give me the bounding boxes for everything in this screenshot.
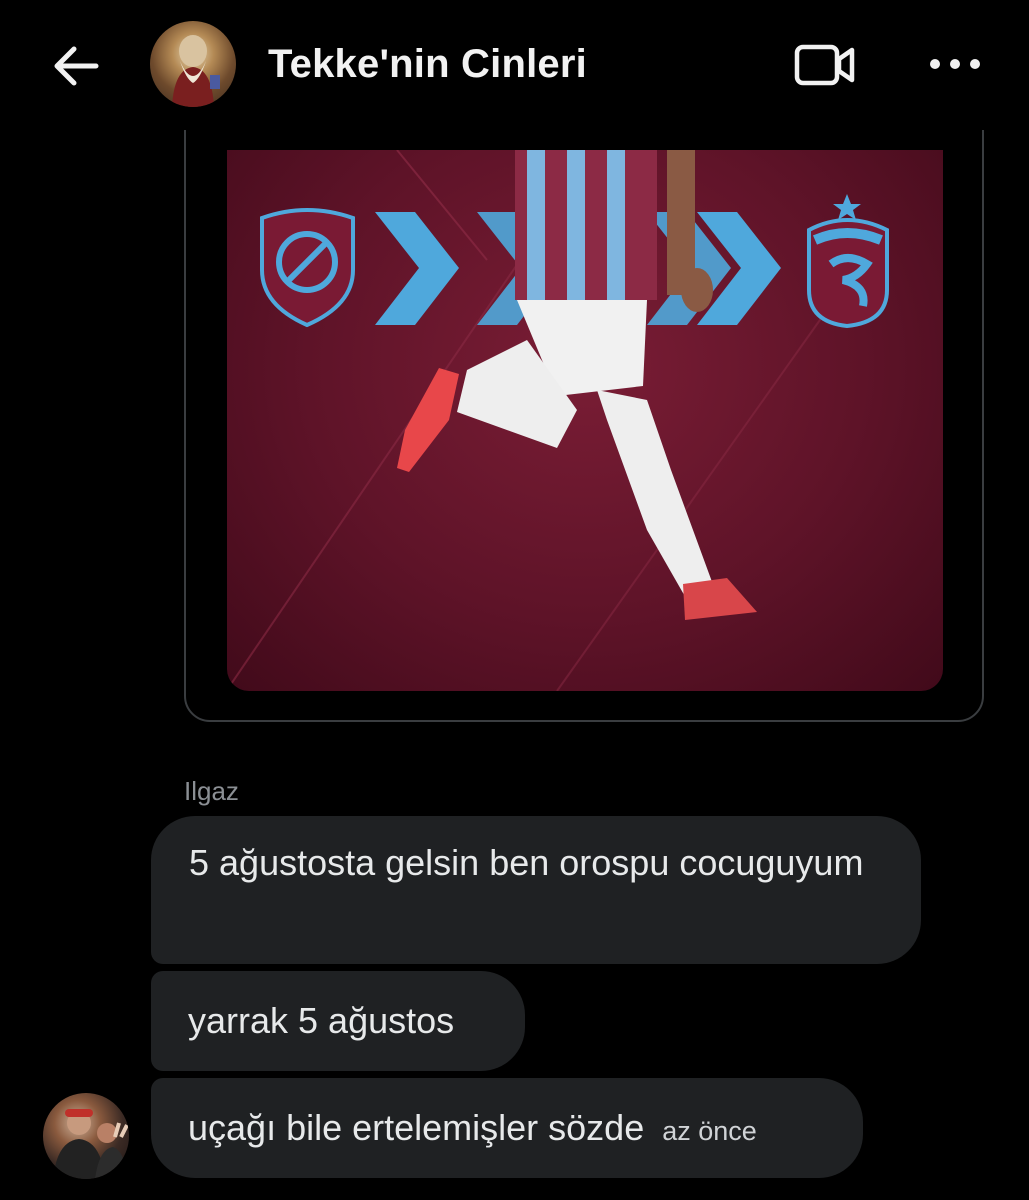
message-text: uçağı bile ertelemişler sözde xyxy=(188,1107,645,1148)
club-badge-left-icon xyxy=(260,208,355,328)
video-call-button[interactable] xyxy=(792,40,858,90)
message-timestamp: az önce xyxy=(662,1116,757,1146)
group-avatar[interactable] xyxy=(150,21,236,107)
more-horizontal-icon xyxy=(930,59,980,69)
transfer-promo-image[interactable] xyxy=(227,150,943,691)
club-crest-right-icon xyxy=(807,194,889,329)
sender-name: Ilgaz xyxy=(184,776,239,806)
arrow-left-icon xyxy=(54,46,99,86)
message-bubble[interactable]: 5 ağustosta gelsin ben orospu cocuguyum xyxy=(151,816,921,964)
message-bubble[interactable]: uçağı bile ertelemişler sözde az önce xyxy=(151,1078,863,1178)
promo-artwork xyxy=(227,150,889,691)
football-player-figure xyxy=(397,150,757,620)
message-bubble[interactable]: yarrak 5 ağustos xyxy=(151,971,525,1071)
avatar-picture xyxy=(172,35,220,107)
back-button[interactable] xyxy=(48,38,104,94)
video-call-icon xyxy=(794,44,855,86)
message-text: 5 ağustosta gelsin ben orospu cocuguyum xyxy=(189,842,864,883)
conversation-header: Tekke'nin Cinleri xyxy=(0,0,1029,130)
message-text: yarrak 5 ağustos xyxy=(188,1000,455,1041)
avatar-picture xyxy=(53,1109,129,1179)
sender-avatar[interactable] xyxy=(43,1093,129,1179)
more-options-button[interactable] xyxy=(920,44,990,84)
conversation-title: Tekke'nin Cinleri xyxy=(268,42,587,86)
